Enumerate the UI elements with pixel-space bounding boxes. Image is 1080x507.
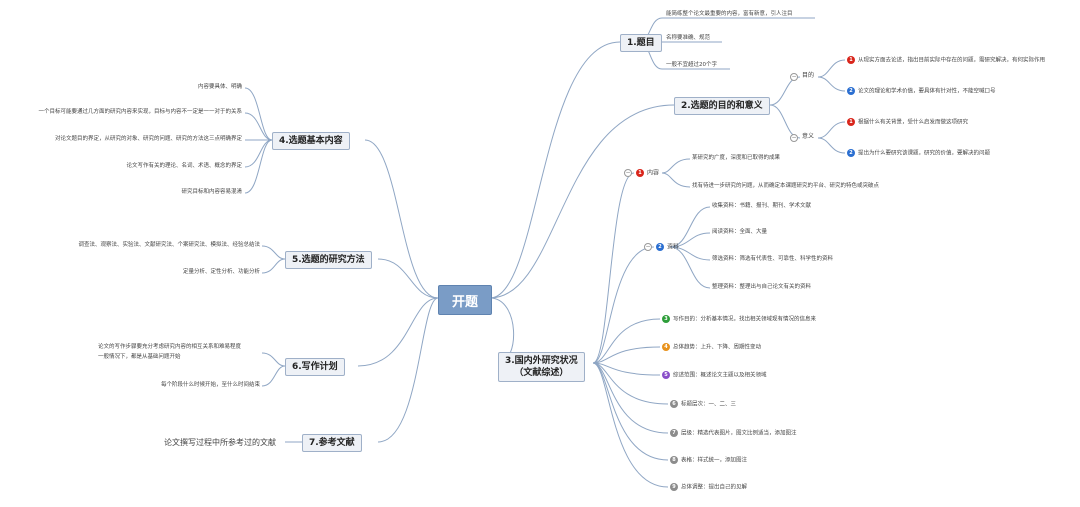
list-item: 论文写作有关的理论、名词、术语、概念的界定 — [126, 163, 242, 169]
list-item: 阅读资料：全面、大量 — [712, 229, 768, 235]
list-item: 调查法、观察法、实验法、文献研究法、个案研究法、模拟法、经验总结法 — [78, 242, 260, 248]
priority-6-icon: 6 — [670, 400, 678, 408]
topic-title[interactable]: 1.题目 — [620, 34, 662, 52]
list-item: 整理资料：整理出与自己论文有关的资料 — [712, 284, 812, 290]
list-item: 9 总体调整：提出自己的见解 — [670, 483, 747, 492]
list-item: 5 综述范围：概述论文主题以及相关领域 — [662, 371, 767, 380]
list-item: 对论文题目的界定，从研究的对象、研究的问题、研究的方法这三点明确界定 — [54, 136, 242, 142]
priority-9-icon: 9 — [670, 483, 678, 491]
list-item: 一般情况下，都是从基础问题开始 — [98, 354, 181, 360]
priority-2-icon: 2 — [656, 243, 664, 251]
list-item: 6 标题层次：一、二、三 — [670, 400, 736, 409]
topic-references[interactable]: 7.参考文献 — [302, 434, 362, 452]
subtopic-meaning[interactable]: 意义 — [802, 133, 814, 140]
topic-purpose-meaning[interactable]: 2.选题的目的和意义 — [674, 97, 770, 115]
list-item: 每个阶段什么时候开始，至什么时间结束 — [160, 382, 260, 388]
list-item: 7 层级：精选代表图片，图文比例适当，添加图注 — [670, 429, 797, 438]
list-item: 收集资料：书籍、报刊、期刊、学术文献 — [712, 203, 812, 209]
priority-4-icon: 4 — [662, 343, 670, 351]
priority-1-icon: 1 — [636, 169, 644, 177]
priority-1-icon: 1 — [847, 118, 855, 126]
priority-2-icon: 2 — [847, 87, 855, 95]
collapse-toggle[interactable]: − — [790, 134, 798, 142]
topic-literature-review[interactable]: 3.国内外研究状况 （文献综述） — [498, 352, 585, 382]
list-item: 1 根据什么有关背景，受什么启发而做这项研究 — [847, 118, 968, 127]
collapse-toggle[interactable]: − — [790, 73, 798, 81]
list-item: 论文撰写过程中所参考过的文献 — [164, 438, 276, 447]
priority-3-icon: 3 — [662, 315, 670, 323]
topic-research-method[interactable]: 5.选题的研究方法 — [285, 251, 372, 269]
list-item: 筛选资料：筛选有代表性、可靠性、科学性的资料 — [712, 256, 834, 262]
topic-writing-plan[interactable]: 6.写作计划 — [285, 358, 345, 376]
list-item: 内容要具体、明确 — [197, 84, 242, 90]
list-item: 4 总体趋势：上升、下降、周期性变动 — [662, 343, 761, 352]
list-item: 定量分析、定性分析、功能分析 — [182, 269, 260, 275]
list-item: 论文的写作步骤要充分考虑研究内容的相互关系和难易程度 — [98, 344, 242, 350]
list-item: 1 从现实方面去论述，指出目前实际中存在的问题，需研究解决，有何实际作用 — [847, 56, 1045, 65]
connector-lines — [244, 17, 846, 488]
list-item: 研究目标和内容容易混淆 — [181, 189, 242, 195]
subtopic-purpose[interactable]: 目的 — [802, 72, 814, 79]
priority-1-icon: 1 — [847, 56, 855, 64]
priority-7-icon: 7 — [670, 429, 678, 437]
priority-5-icon: 5 — [662, 371, 670, 379]
topic-basic-content[interactable]: 4.选题基本内容 — [272, 132, 350, 150]
list-item: 找有待进一步研究的问题，从而确定本课题研究的平台、研究的特色或突破点 — [692, 183, 880, 189]
collapse-toggle[interactable]: − — [624, 169, 632, 177]
subtopic-material[interactable]: 2 资料 — [656, 243, 679, 251]
root-topic[interactable]: 开题 — [438, 285, 492, 315]
priority-2-icon: 2 — [847, 149, 855, 157]
list-item: 名称要准确、规范 — [666, 35, 711, 41]
subtopic-content[interactable]: 1 内容 — [636, 169, 659, 177]
list-item: 能简练整个论文最重要的内容，富有新意，引人注目 — [666, 11, 793, 17]
list-item: 2 论文的理论和学术价值，要具体有针对性，不能空喊口号 — [847, 87, 996, 96]
collapse-toggle[interactable]: − — [644, 243, 652, 251]
list-item: 8 表格：样式统一，添加图注 — [670, 456, 747, 465]
priority-8-icon: 8 — [670, 456, 678, 464]
list-item: 一般不宜超过20个字 — [666, 62, 717, 68]
list-item: 某研究的广度，深度和已取得的成果 — [692, 155, 781, 161]
list-item: 一个目标可能要通过几方面的研究内容来实现，目标与内容不一定是一一对于的关系 — [38, 109, 242, 115]
list-item: 2 提出为什么要研究该课题，研究的价值，要解决的问题 — [847, 149, 990, 158]
list-item: 3 写作目的：分析基本情况，找出相关领域现有情况的信息来 — [662, 315, 816, 324]
